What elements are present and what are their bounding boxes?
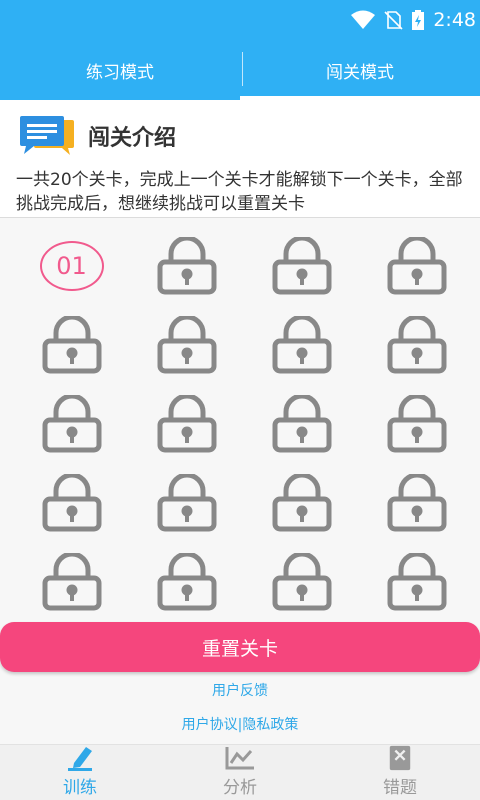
lock-icon — [157, 315, 216, 373]
level-5-locked[interactable] — [14, 305, 129, 384]
level-18-locked[interactable] — [129, 542, 244, 621]
level-17-locked[interactable] — [14, 542, 129, 621]
chat-bubble-icon — [20, 116, 74, 155]
nav-label-mistakes: 错题 — [383, 778, 417, 798]
nav-item-analysis[interactable]: 分析 — [160, 745, 320, 800]
level-8-locked[interactable] — [359, 305, 474, 384]
level-13-locked[interactable] — [14, 463, 129, 542]
lock-icon — [272, 473, 331, 531]
nav-label-training: 训练 — [63, 778, 97, 798]
lock-icon — [387, 394, 446, 452]
status-bar: 2:48 — [0, 0, 480, 40]
level-16-locked[interactable] — [359, 463, 474, 542]
level-6-locked[interactable] — [129, 305, 244, 384]
level-9-locked[interactable] — [14, 384, 129, 463]
wifi-icon — [351, 10, 376, 29]
mode-tabs: 练习模式 闯关模式 — [0, 40, 480, 100]
pencil-icon — [68, 747, 92, 771]
level-2-locked[interactable] — [129, 226, 244, 305]
lock-icon — [387, 315, 446, 373]
lock-icon — [272, 236, 331, 294]
level-current-number: 01 — [39, 240, 104, 291]
level-12-locked[interactable] — [359, 384, 474, 463]
tab-practice-mode[interactable]: 练习模式 — [0, 40, 240, 100]
level-3-locked[interactable] — [244, 226, 359, 305]
status-time: 2:48 — [433, 9, 476, 31]
intro-title: 闯关介绍 — [88, 126, 177, 151]
lock-icon — [272, 552, 331, 610]
nav-item-mistakes[interactable]: 错题 — [320, 745, 480, 800]
level-grid: 01 — [14, 226, 474, 621]
lock-icon — [157, 394, 216, 452]
level-4-locked[interactable] — [359, 226, 474, 305]
level-14-locked[interactable] — [129, 463, 244, 542]
level-11-locked[interactable] — [244, 384, 359, 463]
level-20-locked[interactable] — [359, 542, 474, 621]
level-15-locked[interactable] — [244, 463, 359, 542]
lock-icon — [42, 315, 101, 373]
bottom-nav: 训练 分析 错题 — [0, 744, 480, 800]
tab-challenge-mode[interactable]: 闯关模式 — [240, 40, 480, 100]
agreement-privacy-link[interactable]: 用户协议|隐私政策 — [0, 714, 480, 734]
no-sim-icon — [384, 11, 403, 30]
error-book-icon — [389, 745, 411, 771]
tab-divider — [242, 52, 243, 86]
intro-section: 闯关介绍 一共20个关卡，完成上一个关卡才能解锁下一个关卡，全部挑战完成后，想继… — [0, 100, 480, 218]
lock-icon — [42, 473, 101, 531]
lock-icon — [42, 552, 101, 610]
lock-icon — [272, 315, 331, 373]
nav-item-training[interactable]: 训练 — [0, 745, 160, 800]
lock-icon — [157, 552, 216, 610]
user-feedback-link[interactable]: 用户反馈 — [0, 680, 480, 700]
intro-description: 一共20个关卡，完成上一个关卡才能解锁下一个关卡，全部挑战完成后，想继续挑战可以… — [16, 170, 463, 214]
lock-icon — [272, 394, 331, 452]
lock-icon — [387, 473, 446, 531]
level-1[interactable]: 01 — [14, 226, 129, 305]
lock-icon — [157, 473, 216, 531]
nav-label-analysis: 分析 — [223, 778, 257, 798]
reset-levels-button[interactable]: 重置关卡 — [0, 622, 480, 672]
chart-icon — [225, 747, 254, 770]
level-19-locked[interactable] — [244, 542, 359, 621]
level-7-locked[interactable] — [244, 305, 359, 384]
lock-icon — [157, 236, 216, 294]
battery-charging-icon — [412, 10, 425, 30]
lock-icon — [387, 236, 446, 294]
lock-icon — [387, 552, 446, 610]
level-10-locked[interactable] — [129, 384, 244, 463]
lock-icon — [42, 394, 101, 452]
